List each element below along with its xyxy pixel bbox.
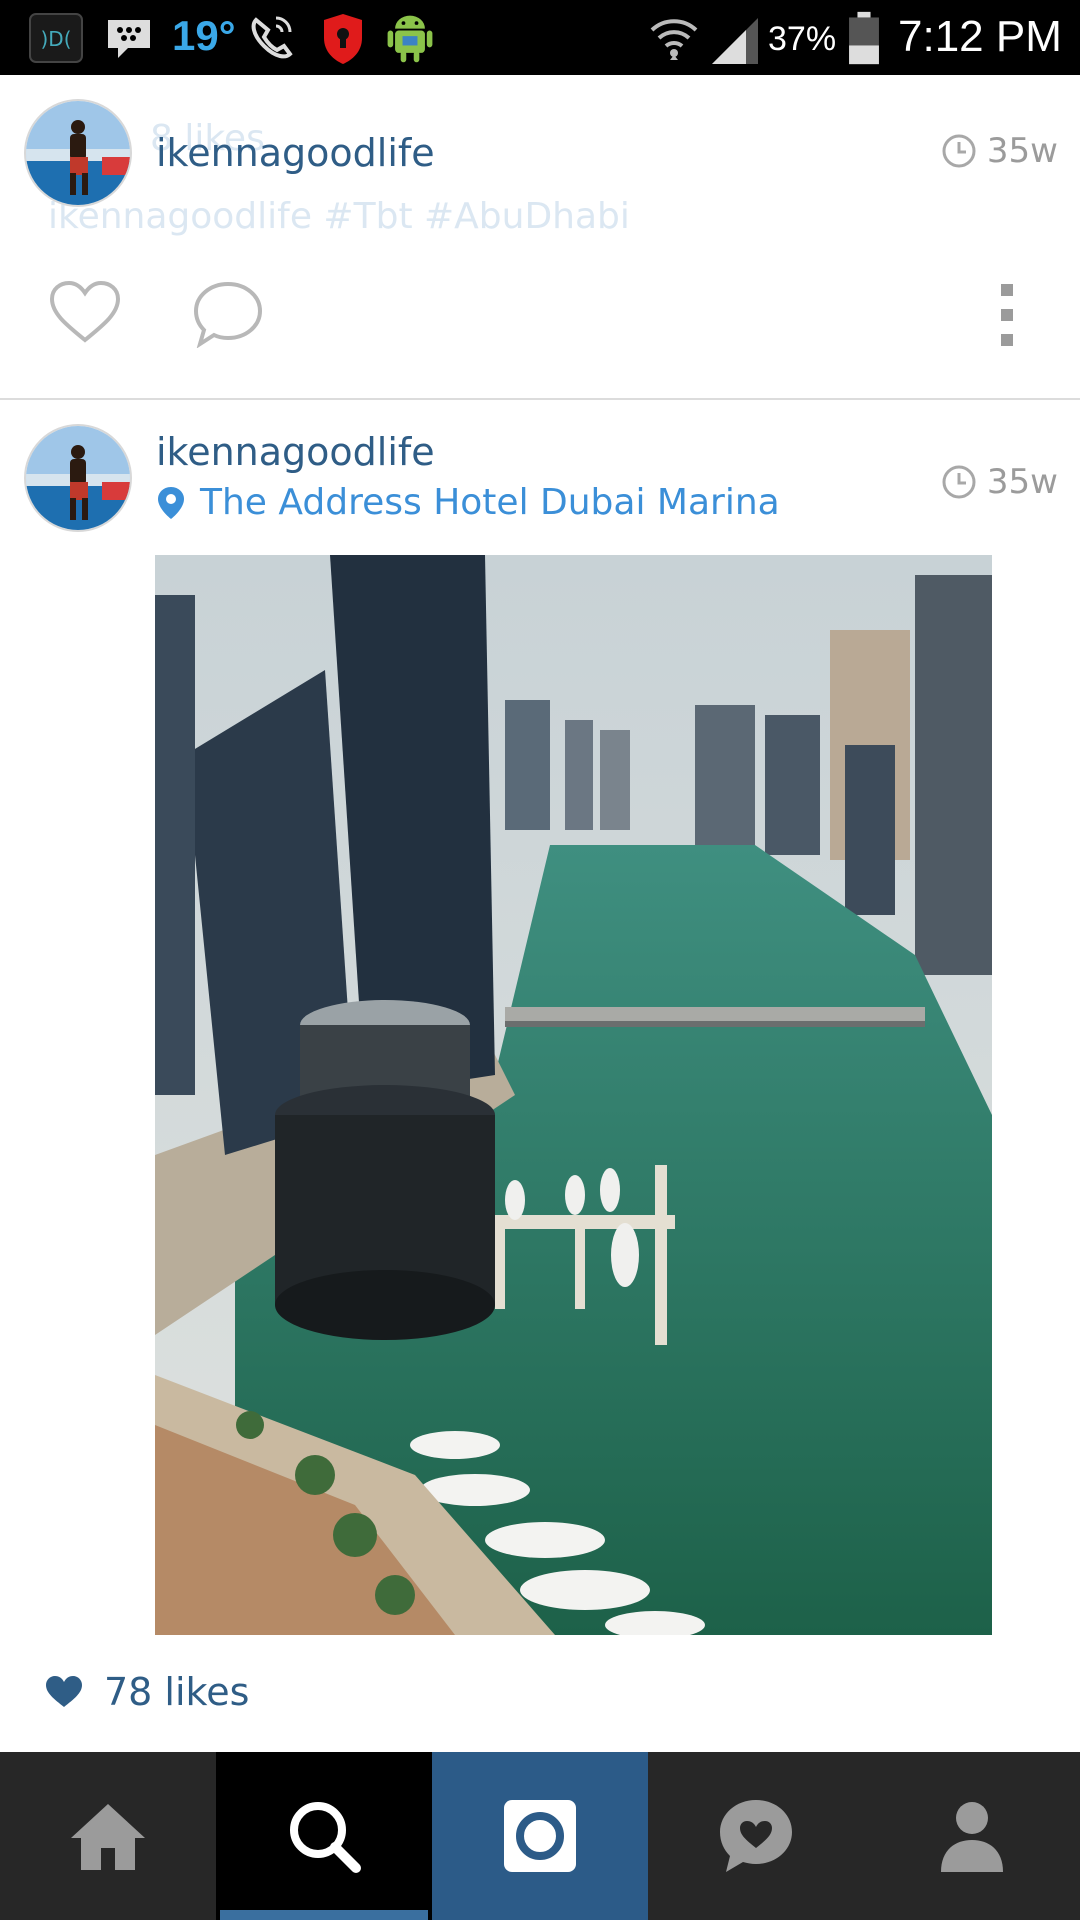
likes-heart-icon [46, 1676, 82, 1707]
clock-icon [942, 465, 976, 499]
svg-text:)D(: )D( [40, 27, 71, 51]
nav-profile[interactable] [864, 1752, 1080, 1920]
like-heart-icon[interactable] [48, 280, 122, 346]
comment-bubble-icon[interactable] [192, 280, 264, 348]
post-time: 35w [941, 462, 1058, 502]
location-label: The Address Hotel Dubai Marina [200, 482, 780, 523]
nav-camera[interactable] [432, 1752, 648, 1920]
nav-activity[interactable] [648, 1752, 864, 1920]
post-time-label: 35w [986, 131, 1058, 171]
android-icon [387, 15, 433, 63]
post-location[interactable]: The Address Hotel Dubai Marina [156, 482, 780, 523]
profile-icon [941, 1802, 1003, 1872]
post-divider [0, 398, 1080, 400]
status-time: 7:12 PM [898, 12, 1062, 61]
temperature: 19° [172, 12, 236, 59]
avatar[interactable] [24, 99, 132, 207]
post-time: 35w [941, 131, 1058, 171]
signal-app-icon: )D( [29, 13, 83, 63]
post-time-label: 35w [986, 462, 1058, 502]
activity-icon [720, 1800, 792, 1872]
post-username[interactable]: ikennagoodlife [156, 430, 435, 474]
status-bar: )D( 19° 37% 7:12 PM [0, 0, 1080, 75]
avatar[interactable] [24, 424, 132, 532]
camera-icon [504, 1800, 576, 1872]
location-pin-icon [158, 486, 184, 519]
bottom-nav [0, 1752, 1080, 1920]
nav-search[interactable] [216, 1752, 432, 1920]
wifi-icon [650, 19, 698, 60]
cell-signal-icon [712, 18, 758, 64]
likes-count: 78 likes [104, 1670, 250, 1714]
bbm-icon [108, 20, 150, 58]
battery-percent: 37% [768, 20, 837, 58]
phone-icon [251, 16, 293, 59]
post-header: ikennagoodlife 35w [0, 95, 1080, 215]
likes-row[interactable]: 78 likes [44, 1670, 249, 1714]
more-options-icon[interactable] [998, 282, 1016, 348]
battery-icon [849, 11, 879, 65]
home-icon [71, 1804, 145, 1870]
post-username[interactable]: ikennagoodlife [156, 131, 435, 175]
shield-icon [324, 14, 362, 64]
clock-icon [942, 134, 976, 168]
search-icon [290, 1802, 361, 1873]
nav-home[interactable] [0, 1752, 216, 1920]
post-actions [0, 270, 1080, 390]
post-photo[interactable] [155, 555, 992, 1635]
